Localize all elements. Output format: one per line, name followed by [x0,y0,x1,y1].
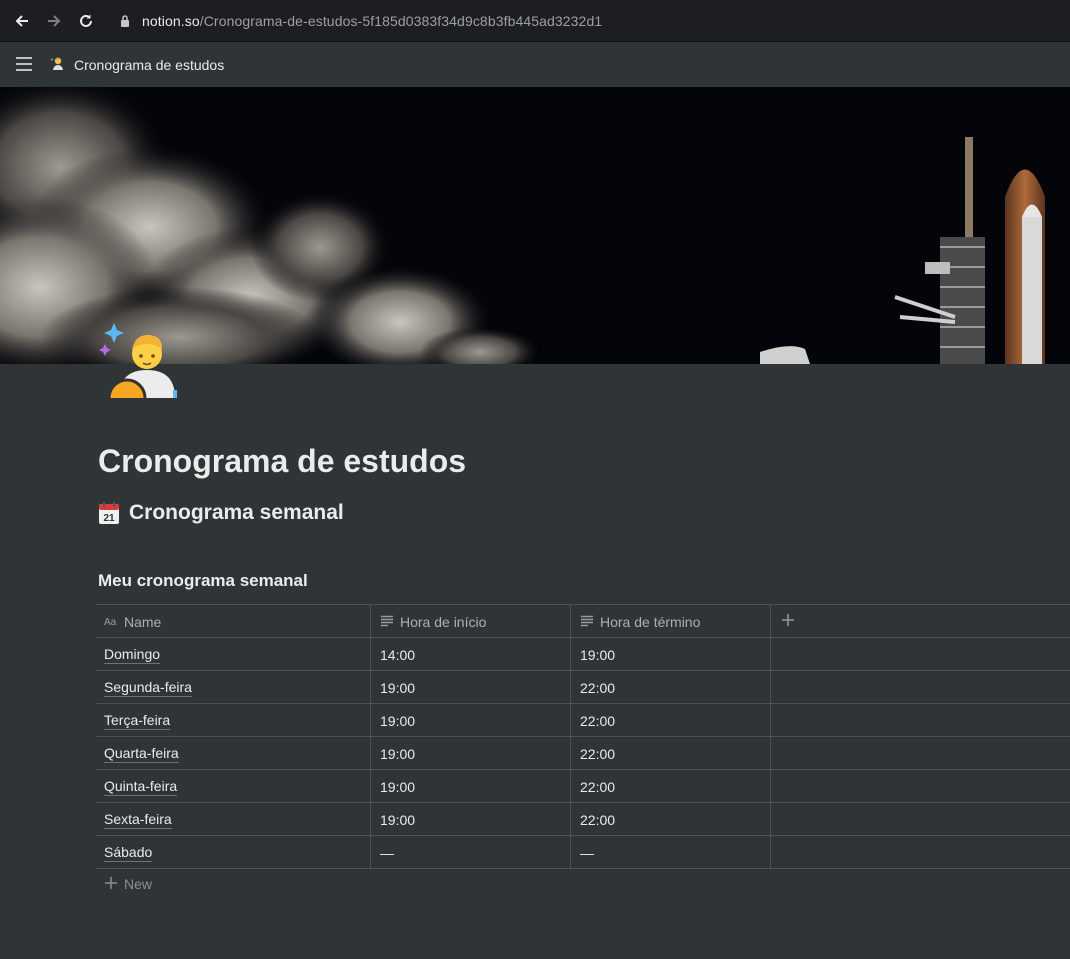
end-time-cell[interactable]: 19:00 [571,638,771,671]
end-time-cell[interactable]: 22:00 [571,737,771,770]
section-heading: 21 Cronograma semanal [98,501,344,525]
title-property-icon: Aa [104,614,118,630]
notion-topbar: Cronograma de estudos [0,42,1070,87]
url-host: notion.so [142,13,200,29]
section-heading-text[interactable]: Cronograma semanal [129,501,344,525]
start-time-cell[interactable]: 19:00 [371,803,571,836]
column-header-start-time[interactable]: Hora de início [371,605,571,638]
name-cell[interactable]: Sexta-feira [96,803,371,836]
new-row-button[interactable]: New [96,869,152,899]
row-name[interactable]: Sexta-feira [104,811,172,829]
text-property-icon [580,614,594,630]
breadcrumb-page-title[interactable]: Cronograma de estudos [74,57,224,73]
table-row[interactable]: Domingo 14:00 19:00 [96,638,1070,671]
row-name[interactable]: Sábado [104,844,153,862]
row-name[interactable]: Domingo [104,646,161,664]
end-time-cell[interactable]: — [571,836,771,869]
database-table: Aa Name Hora de início Hora de término D… [96,604,1070,869]
add-property-button[interactable] [771,605,1070,638]
table-row[interactable]: Terça-feira 19:00 22:00 [96,704,1070,737]
start-time-cell[interactable]: 19:00 [371,770,571,803]
plus-icon [781,613,795,630]
hamburger-menu-icon[interactable] [15,56,33,72]
empty-cell [771,770,1070,803]
end-time-cell[interactable]: 22:00 [571,671,771,704]
page-icon-astronaut[interactable] [97,320,177,398]
start-time-cell[interactable]: 14:00 [371,638,571,671]
forward-arrow-icon[interactable] [44,11,64,31]
row-name[interactable]: Quinta-feira [104,778,178,796]
calendar-icon: 21 [98,501,120,525]
reload-icon[interactable] [76,11,96,31]
empty-cell [771,671,1070,704]
row-name[interactable]: Segunda-feira [104,679,192,697]
row-name[interactable]: Terça-feira [104,712,171,730]
name-cell[interactable]: Terça-feira [96,704,371,737]
row-name[interactable]: Quarta-feira [104,745,179,763]
name-cell[interactable]: Quarta-feira [96,737,371,770]
end-time-cell[interactable]: 22:00 [571,770,771,803]
end-time-cell[interactable]: 22:00 [571,803,771,836]
end-time-cell[interactable]: 22:00 [571,704,771,737]
table-row[interactable]: Quinta-feira 19:00 22:00 [96,770,1070,803]
text-property-icon [380,614,394,630]
empty-cell [771,638,1070,671]
page-title[interactable]: Cronograma de estudos [98,443,466,480]
empty-cell [771,737,1070,770]
column-header-end-time[interactable]: Hora de término [571,605,771,638]
column-header-label: Name [124,613,162,630]
svg-text:Aa: Aa [104,617,117,627]
astronaut-emoji-icon [50,56,64,73]
database-title[interactable]: Meu cronograma semanal [98,571,308,591]
name-cell[interactable]: Segunda-feira [96,671,371,704]
name-cell[interactable]: Domingo [96,638,371,671]
table-row[interactable]: Segunda-feira 19:00 22:00 [96,671,1070,704]
start-time-cell[interactable]: 19:00 [371,737,571,770]
new-row-label: New [124,876,153,892]
name-cell[interactable]: Quinta-feira [96,770,371,803]
name-cell[interactable]: Sábado [96,836,371,869]
table-row[interactable]: Sexta-feira 19:00 22:00 [96,803,1070,836]
plus-icon [104,876,118,893]
lock-icon [119,14,131,28]
column-header-label: Hora de término [600,613,701,630]
table-row[interactable]: Quarta-feira 19:00 22:00 [96,737,1070,770]
start-time-cell[interactable]: — [371,836,571,869]
start-time-cell[interactable]: 19:00 [371,704,571,737]
browser-toolbar: notion.so/Cronograma-de-estudos-5f185d03… [0,0,1070,42]
empty-cell [771,836,1070,869]
url-path: /Cronograma-de-estudos-5f185d0383f34d9c8… [199,13,603,29]
svg-text:21: 21 [103,513,115,524]
column-header-name[interactable]: Aa Name [96,605,371,638]
empty-cell [771,803,1070,836]
start-time-cell[interactable]: 19:00 [371,671,571,704]
column-header-label: Hora de início [400,613,487,630]
table-header-row: Aa Name Hora de início Hora de término [96,605,1070,638]
address-bar[interactable]: notion.so/Cronograma-de-estudos-5f185d03… [142,13,602,29]
back-arrow-icon[interactable] [12,11,32,31]
empty-cell [771,704,1070,737]
table-row[interactable]: Sábado — — [96,836,1070,869]
